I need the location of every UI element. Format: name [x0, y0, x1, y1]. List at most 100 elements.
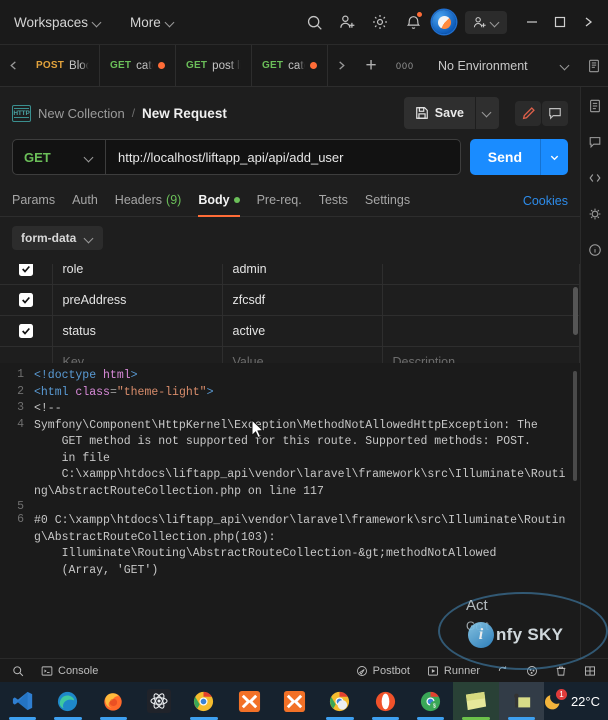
taskbar-app-firefox-icon[interactable] [91, 682, 136, 720]
tab-body[interactable]: Body [198, 185, 240, 217]
settings-gear-icon[interactable] [366, 8, 394, 36]
tab-auth[interactable]: Auth [72, 185, 98, 216]
window-maximize-button[interactable] [546, 7, 574, 37]
invite-user-icon[interactable] [333, 8, 361, 36]
tabs-scroll-right-button[interactable] [328, 45, 354, 86]
runner-button[interactable]: Runner [423, 663, 484, 679]
cookies-icon[interactable] [522, 663, 542, 679]
row-value[interactable]: zfcsdf [222, 284, 383, 316]
postbot-button[interactable]: Postbot [352, 663, 414, 679]
taskbar-app-chrome-icon[interactable] [181, 682, 226, 720]
help-circle-icon[interactable] [584, 239, 606, 261]
temperature-label: 22°C [570, 693, 600, 709]
environment-quick-look-icon[interactable] [580, 45, 608, 86]
taskbar-app-vscode-icon[interactable] [0, 682, 45, 720]
row-value[interactable]: active [222, 315, 383, 347]
request-tab[interactable]: GET cate [100, 45, 176, 86]
runner-label: Runner [443, 664, 480, 677]
form-data-scrollbar[interactable] [573, 287, 578, 335]
row-checkbox[interactable] [18, 262, 33, 277]
code-scrollbar[interactable] [573, 371, 577, 481]
url-input[interactable] [106, 149, 460, 165]
tab-settings[interactable]: Settings [365, 185, 410, 216]
taskbar-app-opera-icon[interactable] [363, 682, 408, 720]
save-group: Save [403, 97, 499, 129]
more-menu[interactable]: More [122, 10, 183, 35]
row-checkbox[interactable] [18, 324, 33, 339]
weather-badge: 1 [555, 689, 567, 700]
tabs-overflow-menu[interactable]: 000 [388, 45, 422, 86]
tabs-scroll-left-button[interactable] [0, 45, 26, 86]
form-data-table: role admin preAddress zfcsdf status acti… [0, 253, 580, 378]
environment-selector[interactable]: No Environment [428, 45, 580, 86]
cookies-link[interactable]: Cookies [523, 194, 568, 208]
taskbar-app-xampp-icon[interactable] [227, 682, 272, 720]
taskbar-app-chrome-profile-icon[interactable] [317, 682, 362, 720]
breadcrumb-collection[interactable]: New Collection [38, 106, 125, 121]
request-tab[interactable]: POST Block [26, 45, 100, 86]
code-line: 4 Symfony\Component\HttpKernel\Exception… [0, 418, 580, 501]
console-button[interactable]: Console [37, 663, 102, 679]
search-icon[interactable] [300, 8, 328, 36]
taskbar-app-xampp-icon[interactable] [272, 682, 317, 720]
body-mode-row: form-data [0, 217, 580, 256]
send-button[interactable]: Send [470, 139, 540, 175]
new-tab-button[interactable]: + [354, 45, 388, 86]
send-options-button[interactable] [540, 139, 568, 175]
tab-headers[interactable]: Headers (9) [115, 185, 182, 216]
avatar[interactable] [432, 10, 456, 34]
code-line: 3 <!-- [0, 401, 580, 418]
edit-pencil-icon[interactable] [515, 100, 541, 126]
workspaces-menu[interactable]: Workspaces [6, 10, 110, 35]
window-more-button[interactable] [574, 7, 602, 37]
tab-method: GET [186, 60, 208, 71]
layout-icon[interactable] [580, 663, 600, 679]
row-key[interactable]: preAddress [52, 284, 223, 316]
request-tab[interactable]: GET post li [176, 45, 252, 86]
info-bug-icon[interactable] [584, 203, 606, 225]
request-tab[interactable]: GET cate [252, 45, 328, 86]
http-method-value: GET [24, 149, 51, 165]
sync-icon[interactable] [493, 663, 513, 679]
notifications-bell-icon[interactable] [399, 8, 427, 36]
invite-button[interactable] [465, 10, 507, 34]
code-line: 6 #0 C:\xampp\htdocs\liftapp_api\vendor\… [0, 513, 580, 579]
save-button[interactable]: Save [404, 100, 475, 126]
search-icon[interactable] [8, 663, 28, 679]
row-description[interactable] [382, 284, 580, 316]
taskbar-app-window-icon[interactable] [498, 682, 544, 720]
row-description[interactable] [382, 315, 580, 347]
window-minimize-button[interactable] [518, 7, 546, 37]
comments-icon[interactable] [584, 131, 606, 153]
chevron-down-icon [166, 18, 175, 27]
taskbar-app-chrome-s-icon[interactable]: $ [408, 682, 453, 720]
body-mode-selector[interactable]: form-data [12, 226, 104, 250]
tab-tests[interactable]: Tests [319, 185, 348, 216]
tab-prerequest[interactable]: Pre-req. [257, 185, 302, 216]
code-snippet-icon[interactable] [584, 167, 606, 189]
trash-icon[interactable] [551, 663, 571, 679]
row-checkbox[interactable] [18, 293, 33, 308]
documentation-icon[interactable] [584, 95, 606, 117]
taskbar-app-react-icon[interactable] [136, 682, 181, 720]
tab-params[interactable]: Params [12, 185, 55, 216]
response-body-code[interactable]: 1 <!doctype html> 2 <html class="theme-l… [0, 363, 580, 684]
workspaces-label: Workspaces [14, 14, 89, 30]
line-number: 5 [17, 500, 24, 513]
tab-method: GET [110, 60, 132, 71]
table-row[interactable]: status active [0, 315, 580, 347]
code-content: <!-- [34, 402, 62, 415]
taskbar-clock-weather[interactable]: 1 22°C [544, 689, 608, 711]
request-tab-strip: POST Block GET cate GET post li GET cate… [0, 45, 608, 87]
http-method-selector[interactable]: GET [13, 140, 106, 174]
taskbar-app-edge-icon[interactable] [45, 682, 90, 720]
save-options-button[interactable] [475, 97, 499, 129]
table-row[interactable]: preAddress zfcsdf [0, 284, 580, 316]
comments-icon[interactable] [542, 100, 568, 126]
notification-badge [416, 11, 423, 18]
tab-settings-label: Settings [364, 193, 411, 207]
taskbar-app-notes-icon[interactable] [453, 682, 499, 720]
row-key[interactable]: status [52, 315, 223, 347]
avatar-glyph [437, 15, 451, 29]
tab-tests-label: Tests [318, 193, 348, 207]
